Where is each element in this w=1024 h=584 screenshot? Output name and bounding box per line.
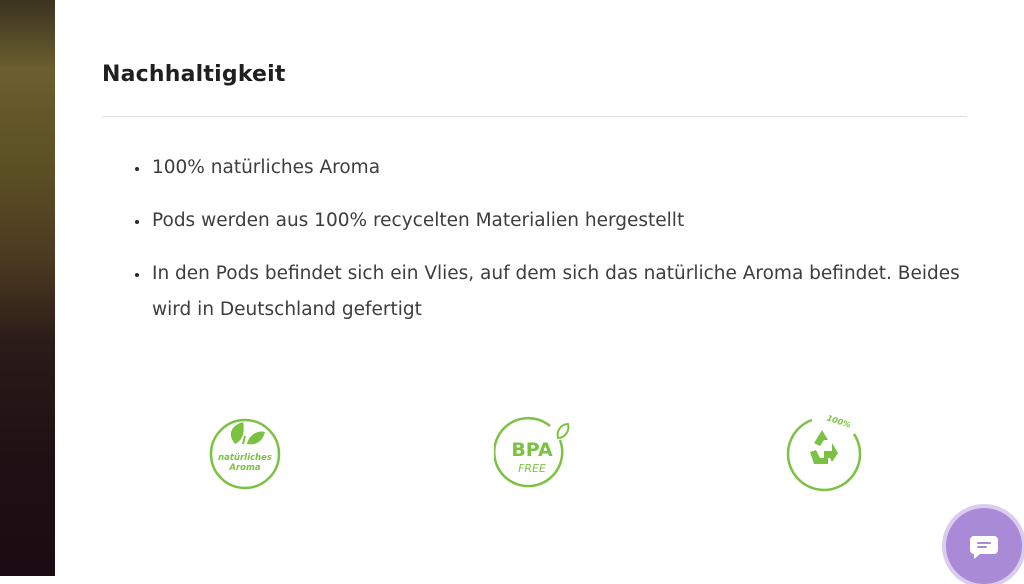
leaf-icon: natürliches Aroma [209,418,281,490]
list-item: In den Pods befindet sich ein Vlies, auf… [150,256,980,328]
list-item: 100% natürliches Aroma [150,150,980,186]
section-title: Nachhaltigkeit [102,62,286,87]
section-divider [102,116,967,117]
badge-text: BPA [511,439,553,461]
bpa-free-icon: BPA FREE [492,416,570,488]
bpa-free-badge: BPA FREE [492,414,574,494]
background-image-strip [0,0,55,576]
chat-icon [970,536,998,559]
badge-text: natürliches [218,453,272,463]
recycle-badge: 100% [782,410,862,492]
list-item: Pods werden aus 100% recycelten Material… [150,203,980,239]
chat-button[interactable] [946,508,1022,584]
badge-text: 100% [826,414,852,430]
natural-aroma-badge: natürliches Aroma [205,414,285,494]
recycle-icon: 100% [786,414,862,492]
badge-text: FREE [518,462,546,475]
badge-text: Aroma [228,463,260,473]
feature-list: 100% natürliches Aroma Pods werden aus 1… [128,150,980,345]
